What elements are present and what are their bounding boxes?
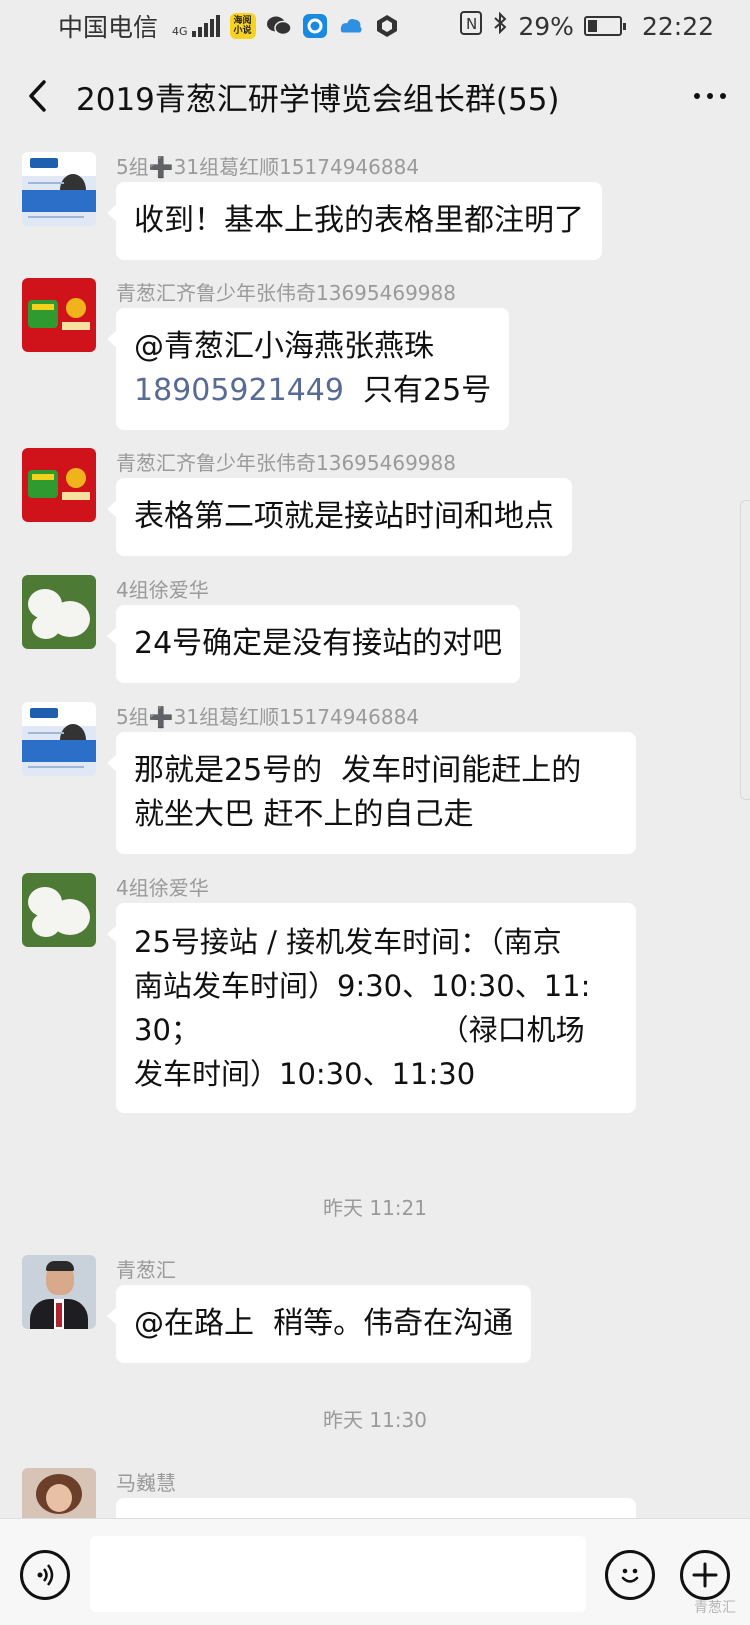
more-icon bbox=[694, 93, 726, 99]
emoji-button[interactable] bbox=[605, 1550, 655, 1600]
avatar[interactable] bbox=[22, 448, 96, 522]
battery-icon bbox=[583, 16, 626, 36]
status-right: N 29% 22:22 bbox=[460, 11, 714, 41]
signal-icon: 4G bbox=[172, 15, 220, 37]
message-bubble[interactable]: 表格第二项就是接站时间和地点 bbox=[107, 478, 572, 556]
message-bubble[interactable]: 那就是25号的 发车时间能赶上的 就坐大巴 赶不上的自己走 bbox=[107, 732, 636, 854]
watermark: 青葱汇 bbox=[694, 1600, 736, 1616]
message-bubble[interactable]: 24号确定是没有接站的对吧 bbox=[106, 605, 521, 683]
message-bubble[interactable]: @在路上 稍等。伟奇在沟通 bbox=[106, 1285, 532, 1363]
emoji-icon bbox=[621, 1568, 639, 1583]
sender-name: 4组徐爱华 bbox=[116, 578, 209, 602]
more-options-button[interactable] bbox=[670, 52, 750, 140]
timestamp: 昨天 11:21 bbox=[323, 1196, 427, 1220]
sender-name: 青葱汇 bbox=[116, 1258, 176, 1282]
chat-title: 2019青葱汇研学博览会组长群(55) bbox=[76, 81, 560, 118]
wechat-icon bbox=[266, 13, 292, 39]
status-left: 中国电信 4G 海阅 小说 bbox=[58, 8, 400, 44]
avatar[interactable] bbox=[22, 1255, 96, 1329]
novel-app-icon: 海阅 小说 bbox=[229, 13, 256, 39]
battery-percent: 29% bbox=[518, 11, 574, 41]
avatar[interactable] bbox=[22, 873, 96, 947]
carrier-label: 中国电信 bbox=[58, 13, 159, 42]
sender-name: 5组➕31组葛红顺15174946884 bbox=[116, 705, 420, 729]
sender-name: 4组徐爱华 bbox=[116, 876, 209, 900]
message-input[interactable] bbox=[90, 1536, 586, 1612]
avatar[interactable] bbox=[22, 152, 96, 226]
scrollbar[interactable] bbox=[740, 500, 750, 800]
more-functions-button[interactable] bbox=[680, 1550, 730, 1600]
clock: 22:22 bbox=[641, 11, 714, 41]
voice-icon bbox=[37, 1564, 54, 1586]
app-icon-blue bbox=[302, 13, 328, 39]
phone-link[interactable]: 18905921449 bbox=[134, 373, 344, 408]
avatar[interactable] bbox=[22, 278, 96, 352]
message-bubble[interactable]: 25号接站 / 接机发车时间：（南京 南站发车时间）9:30、10:30、11:… bbox=[107, 903, 636, 1113]
nfc-icon: N bbox=[460, 11, 483, 41]
sender-name: 马巍慧 bbox=[116, 1471, 176, 1495]
message-bubble[interactable]: 收到！基本上我的表格里都注明了 bbox=[107, 182, 602, 260]
message-item: 青葱汇齐鲁少年张伟奇13695469988 表格第二项就是接站时间和地点 bbox=[22, 448, 572, 556]
avatar[interactable] bbox=[22, 575, 96, 649]
message-text: 只有25号 bbox=[343, 373, 492, 408]
plus-icon bbox=[692, 1562, 718, 1588]
back-button[interactable] bbox=[0, 52, 74, 140]
timestamp: 昨天 11:30 bbox=[323, 1408, 427, 1432]
message-item: 4组徐爱华 25号接站 / 接机发车时间：（南京 南站发车时间）9:30、10:… bbox=[22, 873, 636, 1113]
app-icon-hex bbox=[374, 13, 400, 39]
voice-button[interactable] bbox=[20, 1550, 70, 1600]
input-bar: 青葱汇 bbox=[0, 1518, 750, 1625]
status-bar: 中国电信 4G 海阅 小说 N 29% 22:22 bbox=[0, 0, 750, 52]
message-item: 4组徐爱华 24号确定是没有接站的对吧 bbox=[22, 575, 521, 683]
message-item: 5组➕31组葛红顺15174946884 那就是25号的 发车时间能赶上的 就坐… bbox=[22, 702, 636, 854]
message-text: @青葱汇小海燕张燕珠 bbox=[134, 329, 434, 364]
avatar[interactable] bbox=[22, 702, 96, 776]
app-icon-cloud bbox=[338, 13, 364, 39]
sender-name: 5组➕31组葛红顺15174946884 bbox=[116, 155, 420, 179]
message-bubble[interactable]: @青葱汇小海燕张燕珠 18905921449 只有25号 bbox=[106, 308, 510, 430]
message-item: 青葱汇齐鲁少年张伟奇13695469988 @青葱汇小海燕张燕珠 1890592… bbox=[22, 278, 510, 430]
message-item: 5组➕31组葛红顺15174946884 收到！基本上我的表格里都注明了 bbox=[22, 152, 602, 260]
message-item: 青葱汇 @在路上 稍等。伟奇在沟通 bbox=[22, 1255, 532, 1363]
chat-header: 2019青葱汇研学博览会组长群(55) bbox=[0, 52, 750, 140]
svg-text:N: N bbox=[466, 15, 477, 33]
bluetooth-icon bbox=[492, 11, 508, 41]
chevron-left-icon bbox=[29, 80, 46, 112]
network-type: 4G bbox=[172, 25, 188, 38]
sender-name: 青葱汇齐鲁少年张伟奇13695469988 bbox=[116, 281, 456, 305]
sender-name: 青葱汇齐鲁少年张伟奇13695469988 bbox=[116, 451, 456, 475]
